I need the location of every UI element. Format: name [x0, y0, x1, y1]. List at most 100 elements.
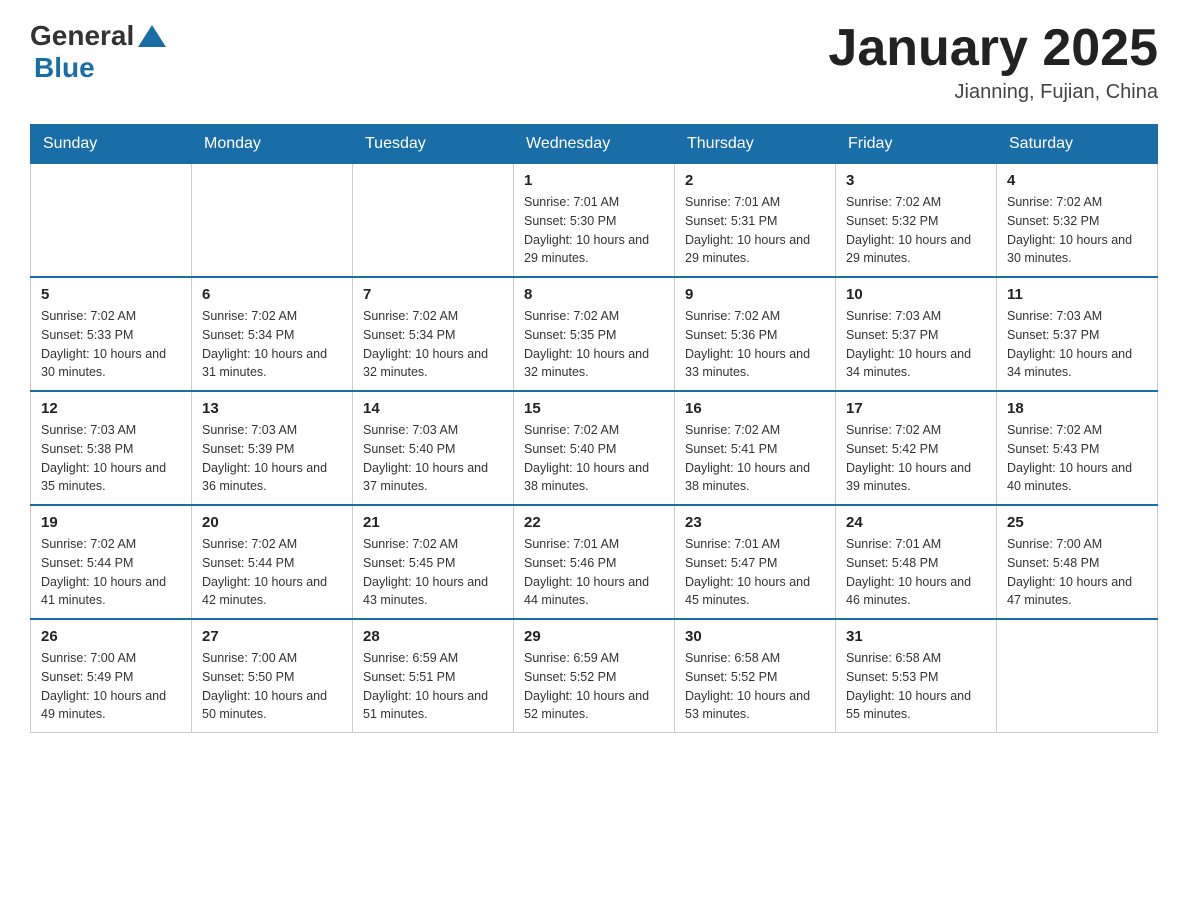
day-cell: 8 Sunrise: 7:02 AM Sunset: 5:35 PM Daylig…: [514, 277, 675, 391]
day-cell: 22 Sunrise: 7:01 AM Sunset: 5:46 PM Dayli…: [514, 505, 675, 619]
day-number: 1: [524, 172, 664, 189]
day-cell: 3Sunrise: 7:02 AM Sunset: 5:32 PM Daylig…: [836, 164, 997, 278]
day-number: 30: [685, 628, 825, 645]
day-info: Sunrise: 7:03 AM Sunset: 5:38 PM Dayligh…: [41, 421, 181, 496]
day-cell: 23Sunrise: 7:01 AM Sunset: 5:47 PM Dayli…: [675, 505, 836, 619]
day-number: 7: [363, 286, 503, 303]
day-number: 2: [685, 172, 825, 189]
day-number: 24: [846, 514, 986, 531]
day-cell: 7Sunrise: 7:02 AM Sunset: 5:34 PM Daylig…: [353, 277, 514, 391]
day-info: Sunrise: 6:59 AM Sunset: 5:51 PM Dayligh…: [363, 649, 503, 724]
day-info: Sunrise: 7:02 AM Sunset: 5:32 PM Dayligh…: [1007, 193, 1147, 268]
day-info: Sunrise: 6:58 AM Sunset: 5:52 PM Dayligh…: [685, 649, 825, 724]
header-cell-saturday: Saturday: [997, 125, 1158, 164]
day-number: 28: [363, 628, 503, 645]
day-info: Sunrise: 7:01 AM Sunset: 5:47 PM Dayligh…: [685, 535, 825, 610]
day-number: 8: [524, 286, 664, 303]
day-cell: 5 Sunrise: 7:02 AM Sunset: 5:33 PM Daylig…: [31, 277, 192, 391]
day-cell: 4 Sunrise: 7:02 AM Sunset: 5:32 PM Daylig…: [997, 164, 1158, 278]
logo: General Blue: [30, 20, 166, 84]
day-number: 4: [1007, 172, 1147, 189]
day-cell: 29Sunrise: 6:59 AM Sunset: 5:52 PM Dayli…: [514, 619, 675, 733]
week-row-3: 19 Sunrise: 7:02 AM Sunset: 5:44 PM Dayli…: [31, 505, 1158, 619]
day-cell: 12 Sunrise: 7:03 AM Sunset: 5:38 PM Dayli…: [31, 391, 192, 505]
day-cell: [31, 164, 192, 278]
day-number: 16: [685, 400, 825, 417]
day-number: 25: [1007, 514, 1147, 531]
day-cell: [997, 619, 1158, 733]
day-cell: 18 Sunrise: 7:02 AM Sunset: 5:43 PM Dayli…: [997, 391, 1158, 505]
day-info: Sunrise: 7:00 AM Sunset: 5:48 PM Dayligh…: [1007, 535, 1147, 610]
calendar-table: SundayMondayTuesdayWednesdayThursdayFrid…: [30, 124, 1158, 733]
day-cell: 21Sunrise: 7:02 AM Sunset: 5:45 PM Dayli…: [353, 505, 514, 619]
day-cell: 14Sunrise: 7:03 AM Sunset: 5:40 PM Dayli…: [353, 391, 514, 505]
day-info: Sunrise: 7:02 AM Sunset: 5:44 PM Dayligh…: [41, 535, 181, 610]
header-cell-sunday: Sunday: [31, 125, 192, 164]
day-number: 12: [41, 400, 181, 417]
day-info: Sunrise: 7:02 AM Sunset: 5:43 PM Dayligh…: [1007, 421, 1147, 496]
day-cell: 11Sunrise: 7:03 AM Sunset: 5:37 PM Dayli…: [997, 277, 1158, 391]
day-cell: [192, 164, 353, 278]
day-cell: 17 Sunrise: 7:02 AM Sunset: 5:42 PM Dayli…: [836, 391, 997, 505]
calendar-body: 1Sunrise: 7:01 AM Sunset: 5:30 PM Daylig…: [31, 164, 1158, 733]
week-row-4: 26 Sunrise: 7:00 AM Sunset: 5:49 PM Dayli…: [31, 619, 1158, 733]
month-title: January 2025: [828, 20, 1158, 77]
day-cell: 24 Sunrise: 7:01 AM Sunset: 5:48 PM Dayli…: [836, 505, 997, 619]
header-cell-friday: Friday: [836, 125, 997, 164]
day-cell: 25 Sunrise: 7:00 AM Sunset: 5:48 PM Dayli…: [997, 505, 1158, 619]
day-cell: 31 Sunrise: 6:58 AM Sunset: 5:53 PM Dayli…: [836, 619, 997, 733]
header-cell-thursday: Thursday: [675, 125, 836, 164]
day-cell: 20Sunrise: 7:02 AM Sunset: 5:44 PM Dayli…: [192, 505, 353, 619]
title-area: January 2025 Jianning, Fujian, China: [828, 20, 1158, 104]
day-number: 17: [846, 400, 986, 417]
day-info: Sunrise: 7:01 AM Sunset: 5:46 PM Dayligh…: [524, 535, 664, 610]
header-cell-wednesday: Wednesday: [514, 125, 675, 164]
day-info: Sunrise: 6:59 AM Sunset: 5:52 PM Dayligh…: [524, 649, 664, 724]
day-number: 27: [202, 628, 342, 645]
header-cell-tuesday: Tuesday: [353, 125, 514, 164]
day-info: Sunrise: 7:02 AM Sunset: 5:41 PM Dayligh…: [685, 421, 825, 496]
day-number: 13: [202, 400, 342, 417]
day-number: 22: [524, 514, 664, 531]
day-number: 15: [524, 400, 664, 417]
location: Jianning, Fujian, China: [828, 81, 1158, 104]
header-cell-monday: Monday: [192, 125, 353, 164]
week-row-1: 5 Sunrise: 7:02 AM Sunset: 5:33 PM Daylig…: [31, 277, 1158, 391]
logo-general-text: General: [30, 20, 134, 52]
day-cell: 19 Sunrise: 7:02 AM Sunset: 5:44 PM Dayli…: [31, 505, 192, 619]
day-number: 26: [41, 628, 181, 645]
day-cell: 2 Sunrise: 7:01 AM Sunset: 5:31 PM Daylig…: [675, 164, 836, 278]
day-cell: 27Sunrise: 7:00 AM Sunset: 5:50 PM Dayli…: [192, 619, 353, 733]
day-info: Sunrise: 7:03 AM Sunset: 5:37 PM Dayligh…: [846, 307, 986, 382]
day-info: Sunrise: 7:02 AM Sunset: 5:42 PM Dayligh…: [846, 421, 986, 496]
day-cell: 10 Sunrise: 7:03 AM Sunset: 5:37 PM Dayli…: [836, 277, 997, 391]
day-number: 31: [846, 628, 986, 645]
week-row-0: 1Sunrise: 7:01 AM Sunset: 5:30 PM Daylig…: [31, 164, 1158, 278]
week-row-2: 12 Sunrise: 7:03 AM Sunset: 5:38 PM Dayli…: [31, 391, 1158, 505]
day-cell: 30 Sunrise: 6:58 AM Sunset: 5:52 PM Dayli…: [675, 619, 836, 733]
day-number: 11: [1007, 286, 1147, 303]
day-cell: 15Sunrise: 7:02 AM Sunset: 5:40 PM Dayli…: [514, 391, 675, 505]
header-row: SundayMondayTuesdayWednesdayThursdayFrid…: [31, 125, 1158, 164]
day-number: 19: [41, 514, 181, 531]
day-number: 14: [363, 400, 503, 417]
logo-triangle-icon: [138, 25, 166, 47]
day-info: Sunrise: 7:01 AM Sunset: 5:31 PM Dayligh…: [685, 193, 825, 268]
day-number: 18: [1007, 400, 1147, 417]
day-info: Sunrise: 7:02 AM Sunset: 5:45 PM Dayligh…: [363, 535, 503, 610]
day-info: Sunrise: 7:02 AM Sunset: 5:36 PM Dayligh…: [685, 307, 825, 382]
day-cell: 28 Sunrise: 6:59 AM Sunset: 5:51 PM Dayli…: [353, 619, 514, 733]
day-info: Sunrise: 7:02 AM Sunset: 5:34 PM Dayligh…: [202, 307, 342, 382]
day-info: Sunrise: 7:02 AM Sunset: 5:35 PM Dayligh…: [524, 307, 664, 382]
day-info: Sunrise: 7:02 AM Sunset: 5:44 PM Dayligh…: [202, 535, 342, 610]
day-info: Sunrise: 7:02 AM Sunset: 5:32 PM Dayligh…: [846, 193, 986, 268]
day-info: Sunrise: 7:01 AM Sunset: 5:48 PM Dayligh…: [846, 535, 986, 610]
day-cell: [353, 164, 514, 278]
day-number: 5: [41, 286, 181, 303]
day-info: Sunrise: 6:58 AM Sunset: 5:53 PM Dayligh…: [846, 649, 986, 724]
day-cell: 16 Sunrise: 7:02 AM Sunset: 5:41 PM Dayli…: [675, 391, 836, 505]
day-cell: 26 Sunrise: 7:00 AM Sunset: 5:49 PM Dayli…: [31, 619, 192, 733]
day-info: Sunrise: 7:00 AM Sunset: 5:49 PM Dayligh…: [41, 649, 181, 724]
day-number: 10: [846, 286, 986, 303]
day-info: Sunrise: 7:02 AM Sunset: 5:33 PM Dayligh…: [41, 307, 181, 382]
